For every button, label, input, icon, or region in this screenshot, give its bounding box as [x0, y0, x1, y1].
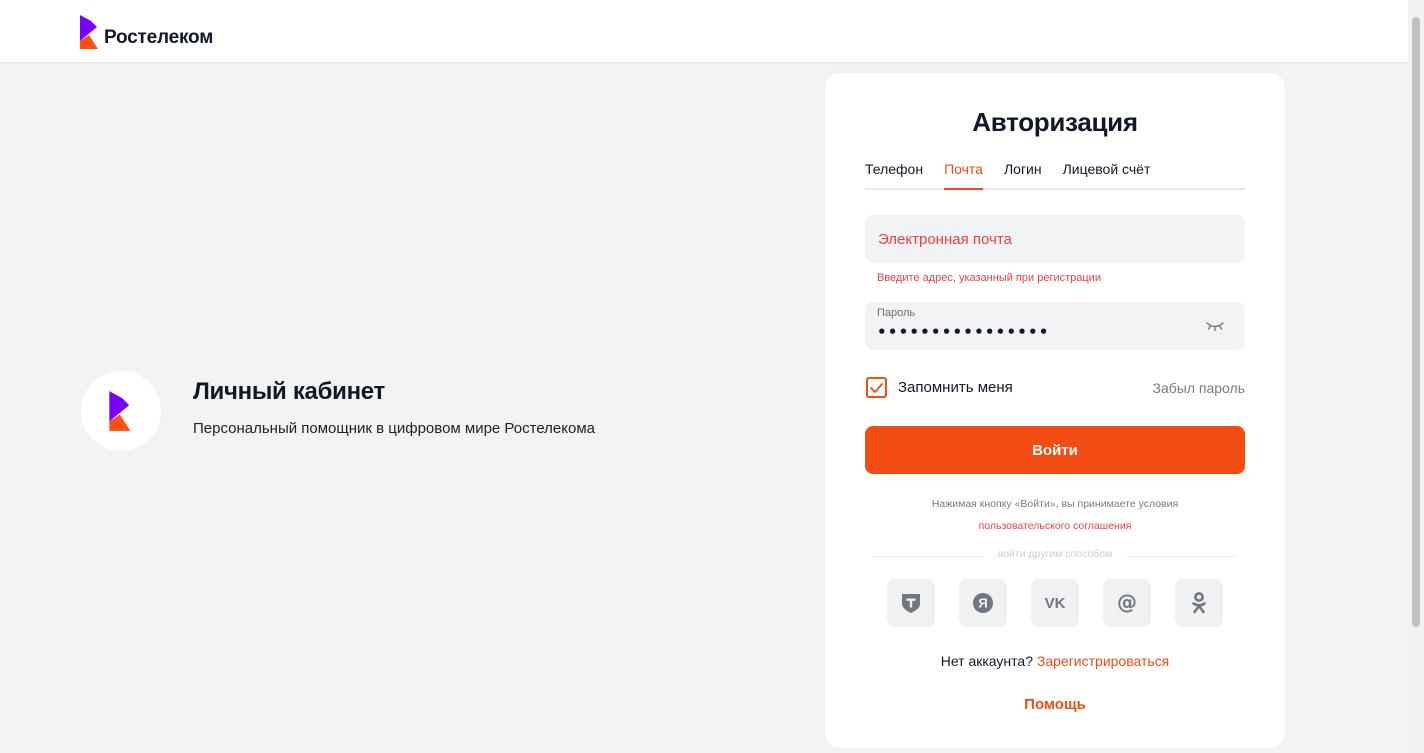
- promo-section: Личный кабинет Персональный помощник в ц…: [81, 371, 595, 451]
- rostelecom-logo[interactable]: Ростелеком: [79, 14, 213, 50]
- vk-login-button[interactable]: VK: [1031, 579, 1079, 627]
- password-field[interactable]: Пароль ••••••••••••••••: [865, 302, 1245, 350]
- auth-tabs: Телефон Почта Логин Лицевой счёт: [865, 161, 1245, 190]
- checkbox-box[interactable]: [866, 377, 887, 398]
- yandex-icon: Я: [973, 593, 993, 613]
- terms-block: Нажимая кнопку «Войти», вы принимаете ус…: [825, 493, 1285, 537]
- tab-phone[interactable]: Телефон: [865, 161, 923, 188]
- terms-text: Нажимая кнопку «Войти», вы принимаете ус…: [931, 498, 1179, 510]
- email-field-container: [865, 215, 1245, 263]
- promo-subtitle: Персональный помощник в цифровом мире Ро…: [193, 419, 595, 437]
- mail-icon: @: [1117, 591, 1137, 614]
- tab-account-number[interactable]: Лицевой счёт: [1063, 161, 1151, 188]
- tab-email[interactable]: Почта: [944, 161, 983, 190]
- register-block: Нет аккаунта? Зарегистрироваться: [825, 653, 1285, 669]
- help-link[interactable]: Помощь: [825, 696, 1285, 713]
- eye-closed-icon[interactable]: [1205, 320, 1225, 332]
- svg-text:@: @: [1117, 591, 1137, 614]
- no-account-text: Нет аккаунта?: [940, 653, 1033, 669]
- register-link[interactable]: Зарегистрироваться: [1037, 653, 1169, 669]
- promo-title: Личный кабинет: [193, 377, 385, 405]
- tinkoff-icon: [902, 594, 920, 613]
- user-agreement-link[interactable]: пользовательского соглашения: [825, 515, 1285, 537]
- forgot-password-link[interactable]: Забыл пароль: [1153, 380, 1245, 396]
- email-input[interactable]: [865, 215, 1245, 263]
- email-error-text: Введите адрес, указанный при регистрации: [877, 272, 1101, 284]
- mail-login-button[interactable]: @: [1103, 579, 1151, 627]
- scrollbar-thumb[interactable]: [1412, 17, 1420, 627]
- odnoklassniki-login-button[interactable]: [1175, 579, 1223, 627]
- logo-text: Ростелеком: [104, 27, 214, 48]
- page-header: Ростелеком: [0, 0, 1408, 63]
- tinkoff-login-button[interactable]: [887, 579, 935, 627]
- svg-text:Я: Я: [978, 596, 987, 611]
- rostelecom-logo-icon: [109, 391, 131, 431]
- social-login-buttons: Я VK @: [887, 579, 1247, 627]
- rostelecom-logo-icon: [80, 15, 98, 49]
- vk-icon: VK: [1045, 595, 1066, 612]
- password-label: Пароль: [877, 307, 916, 319]
- promo-logo-badge: [81, 371, 161, 451]
- alt-login-text: войти другим способом: [997, 548, 1113, 560]
- yandex-login-button[interactable]: Я: [959, 579, 1007, 627]
- alt-login-divider: войти другим способом: [873, 548, 1237, 562]
- checkmark-icon: [870, 382, 883, 393]
- svg-text:VK: VK: [1045, 595, 1066, 612]
- odnoklassniki-icon: [1192, 592, 1206, 614]
- login-button[interactable]: Войти: [865, 426, 1245, 474]
- page-scrollbar[interactable]: [1408, 0, 1424, 753]
- auth-title: Авторизация: [972, 107, 1138, 137]
- auth-card: Авторизация Телефон Почта Логин Лицевой …: [825, 73, 1285, 748]
- password-value: ••••••••••••••••: [877, 323, 1050, 341]
- remember-me-checkbox[interactable]: Запомнить меня: [866, 377, 1013, 398]
- tab-login[interactable]: Логин: [1004, 161, 1042, 188]
- remember-me-label: Запомнить меня: [898, 379, 1013, 396]
